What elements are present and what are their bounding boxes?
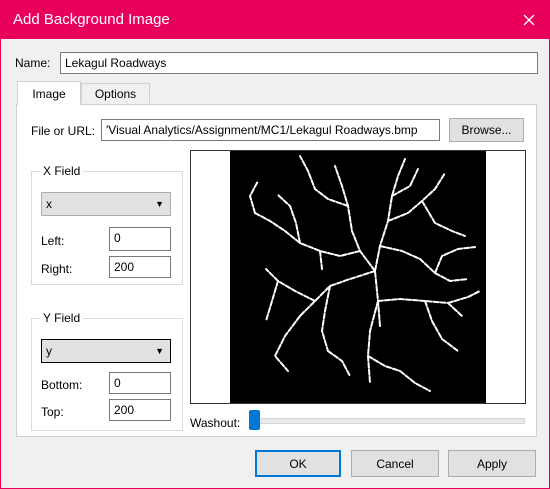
top-input[interactable]: 200 [109,399,171,421]
file-url-input[interactable]: 'Visual Analytics/Assignment/MC1/Lekagul… [101,119,440,141]
chevron-down-icon: ▼ [155,199,164,209]
browse-button[interactable]: Browse... [449,118,524,142]
roadway-lines [249,155,481,392]
x-field-value: x [46,197,52,211]
roadway-map-image [230,151,486,403]
image-preview [190,150,526,404]
chevron-down-icon: ▼ [155,346,164,356]
name-label: Name: [15,56,51,70]
tab-image[interactable]: Image [17,81,81,105]
x-field-select[interactable]: x ▼ [41,192,171,216]
y-field-value: y [46,344,52,358]
y-field-select[interactable]: y ▼ [41,339,171,363]
left-input[interactable]: 0 [109,227,171,251]
x-field-legend: X Field [40,164,84,178]
left-label: Left: [41,234,65,248]
y-field-legend: Y Field [40,311,84,325]
bottom-label: Bottom: [41,378,83,392]
name-input[interactable]: Lekagul Roadways [60,52,538,74]
close-icon [523,14,535,26]
right-label: Right: [41,262,73,276]
ok-button[interactable]: OK [255,450,341,477]
cancel-button[interactable]: Cancel [351,450,439,477]
window-title: Add Background Image [13,11,170,28]
image-tab-panel: File or URL: 'Visual Analytics/Assignmen… [16,104,537,437]
right-input[interactable]: 200 [109,256,171,278]
washout-slider-track[interactable] [251,418,525,424]
apply-button[interactable]: Apply [448,450,536,477]
bottom-input[interactable]: 0 [109,372,171,394]
file-url-label: File or URL: [31,124,96,138]
add-background-image-dialog: Add Background Image Name: Lekagul Roadw… [0,0,550,489]
top-label: Top: [41,405,64,419]
washout-slider-thumb[interactable] [249,410,260,430]
x-field-group: X Field x ▼ Left: 0 Right: 200 [31,164,183,285]
y-field-group: Y Field y ▼ Bottom: 0 Top: 200 [31,311,183,431]
close-button[interactable] [509,1,549,39]
tab-options[interactable]: Options [81,83,150,103]
title-bar: Add Background Image [1,1,549,39]
washout-label: Washout: [190,416,241,430]
